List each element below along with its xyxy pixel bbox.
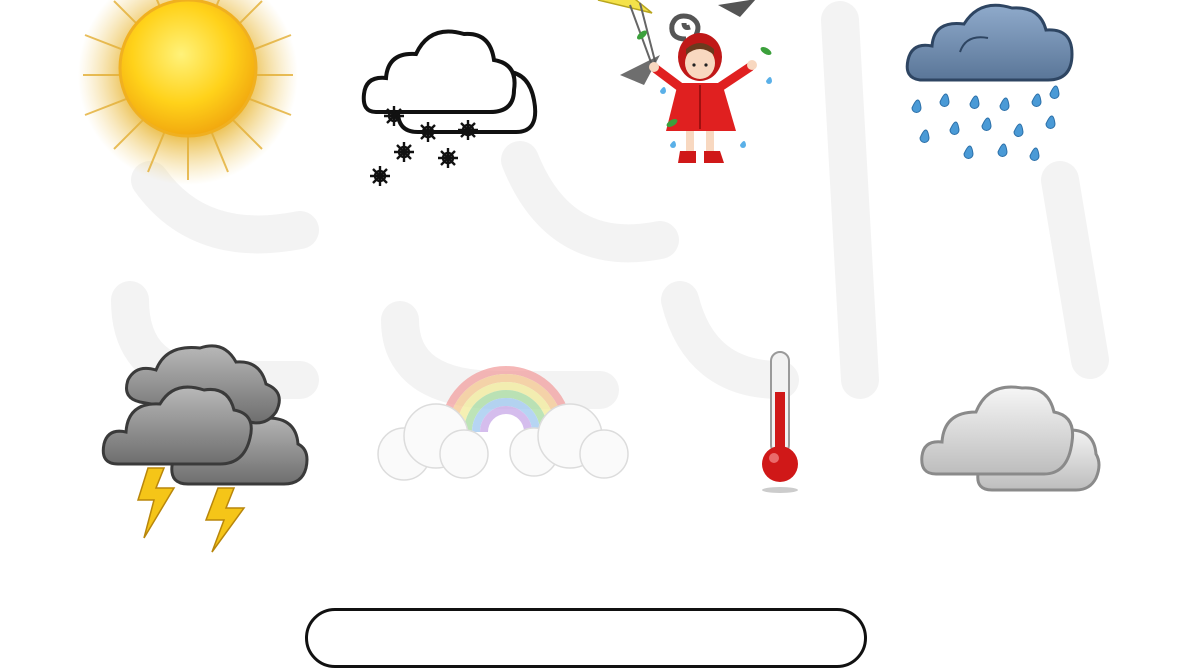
rain-cloud-icon (905, 3, 1074, 161)
sun-icon (78, 0, 298, 185)
cloud-icon (920, 385, 1101, 492)
windy-girl-icon (597, 0, 772, 163)
thunderstorm-icon (101, 344, 309, 553)
answer-box[interactable] (305, 608, 867, 668)
rainbow-icon (377, 366, 629, 481)
thermometer-icon (762, 351, 798, 493)
worksheet-canvas (0, 0, 1200, 668)
snow-cloud-icon (361, 29, 538, 186)
